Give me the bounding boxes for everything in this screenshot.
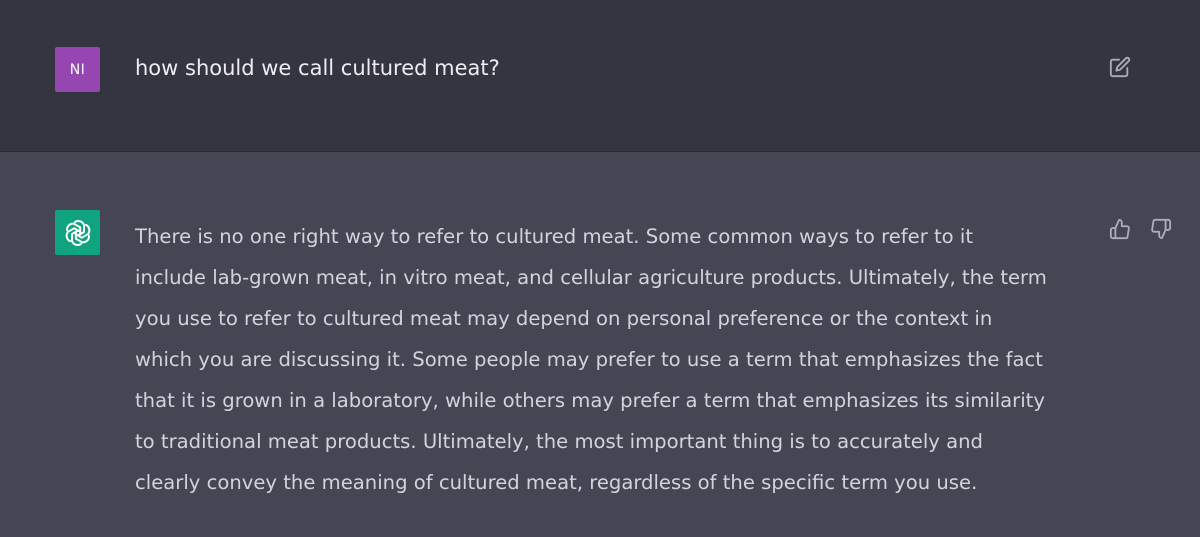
answer-line: include lab-grown meat, in vitro meat, a…	[135, 266, 1047, 289]
answer-line: to traditional meat products. Ultimately…	[135, 430, 983, 453]
user-avatar-initials: NI	[69, 61, 86, 78]
edit-icon	[1109, 56, 1131, 78]
thumbs-up-icon	[1109, 218, 1130, 240]
thumbs-down-button[interactable]	[1146, 214, 1176, 244]
thumbs-down-icon	[1151, 218, 1172, 240]
answer-line: you use to refer to cultured meat may de…	[135, 307, 993, 330]
assistant-avatar	[55, 210, 100, 255]
answer-line: which you are discussing it. Some people…	[135, 348, 1043, 371]
user-message-row: NI how should we call cultured meat?	[0, 0, 1200, 152]
answer-line: There is no one right way to refer to cu…	[135, 225, 974, 248]
answer-line: clearly convey the meaning of cultured m…	[135, 471, 978, 494]
thumbs-up-button[interactable]	[1105, 214, 1135, 244]
user-avatar: NI	[55, 47, 100, 92]
user-message-text: how should we call cultured meat?	[135, 56, 500, 80]
assistant-message-row: There is no one right way to refer to cu…	[0, 152, 1200, 537]
answer-line: that it is grown in a laboratory, while …	[135, 389, 1045, 412]
edit-message-button[interactable]	[1105, 52, 1135, 82]
openai-logo-icon	[65, 219, 90, 246]
assistant-message-text: There is no one right way to refer to cu…	[135, 216, 1095, 503]
